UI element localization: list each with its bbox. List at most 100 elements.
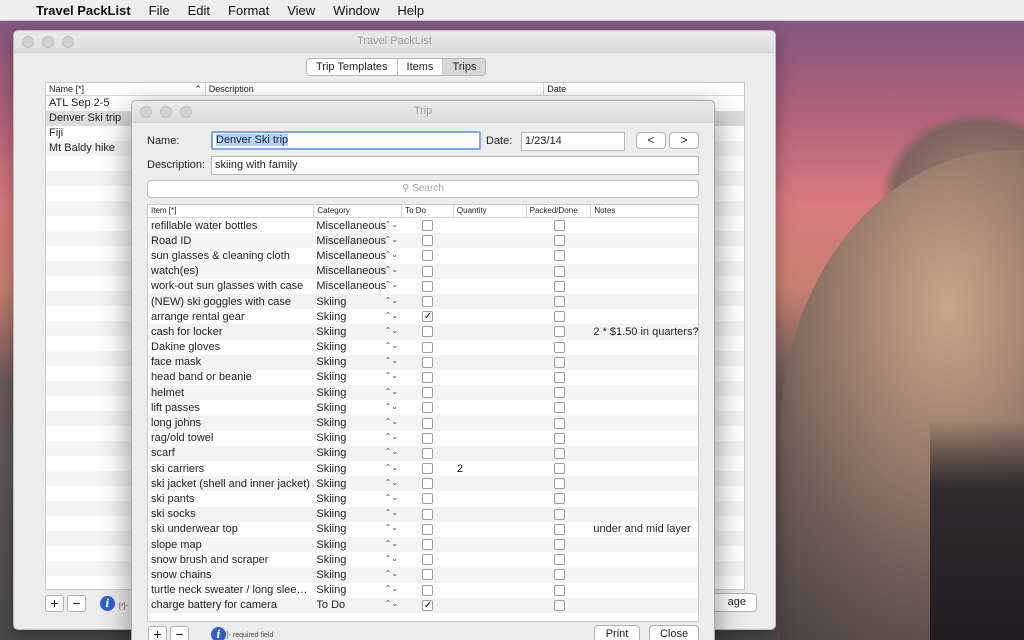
category-popup[interactable]: Skiing ⌃⌄ — [314, 371, 402, 383]
trip-titlebar[interactable]: Trip — [132, 101, 714, 123]
category-popup[interactable]: Skiing ⌃⌄ — [314, 341, 402, 353]
tab-trips[interactable]: Trips — [443, 59, 486, 75]
item-row[interactable]: long johns Skiing ⌃⌄ — [148, 415, 698, 431]
packed-checkbox[interactable] — [553, 584, 565, 596]
item-row[interactable]: rag/old towel Skiing ⌃⌄ — [148, 431, 698, 446]
item-row[interactable]: slope map Skiing ⌃⌄ — [148, 536, 698, 553]
category-popup[interactable]: Skiing ⌃⌄ — [314, 432, 402, 444]
todo-checkbox[interactable] — [422, 235, 434, 247]
packed-checkbox[interactable] — [553, 402, 565, 414]
main-titlebar[interactable]: Travel PackList — [14, 31, 775, 53]
packed-checkbox[interactable] — [553, 463, 565, 475]
packed-checkbox[interactable] — [553, 554, 565, 566]
add-trip-button[interactable]: + — [45, 595, 64, 612]
item-row[interactable]: turtle neck sweater / long slee… Skiing ⌃⌄ — [148, 583, 698, 598]
todo-checkbox[interactable] — [422, 341, 434, 353]
item-name[interactable]: watch(es) — [148, 265, 314, 277]
category-popup[interactable]: Miscellaneous ⌃⌄ — [314, 220, 402, 232]
packed-checkbox[interactable] — [553, 250, 565, 262]
category-popup[interactable]: Skiing ⌃⌄ — [314, 447, 402, 459]
todo-checkbox[interactable] — [422, 417, 434, 429]
next-trip-button[interactable]: > — [669, 132, 699, 149]
column-header-category[interactable]: Category — [314, 205, 403, 217]
todo-checkbox[interactable] — [422, 447, 434, 459]
category-popup[interactable]: To Do ⌃⌄ — [314, 599, 402, 611]
item-name[interactable]: ski jacket (shell and inner jacket) — [148, 478, 314, 490]
item-row[interactable]: snow chains Skiing ⌃⌄ — [148, 567, 698, 583]
item-name[interactable]: rag/old towel — [148, 432, 314, 444]
item-row[interactable]: refillable water bottles Miscellaneous ⌃⌄ — [148, 218, 698, 233]
item-row[interactable]: ski carriers Skiing ⌃⌄ 2 — [148, 461, 698, 476]
item-row[interactable]: charge battery for camera To Do ⌃⌄ ✓ — [148, 597, 698, 613]
item-row[interactable]: work-out sun glasses with case Miscellane… — [148, 279, 698, 294]
todo-checkbox[interactable] — [422, 326, 434, 338]
category-popup[interactable]: Skiing ⌃⌄ — [314, 326, 402, 338]
search-field[interactable]: ⚲ Search — [147, 180, 699, 198]
todo-checkbox[interactable] — [422, 296, 434, 308]
packed-checkbox[interactable] — [553, 447, 565, 459]
category-popup[interactable]: Miscellaneous ⌃⌄ — [314, 250, 402, 262]
description-field[interactable]: skiing with family — [211, 156, 699, 175]
category-popup[interactable]: Skiing ⌃⌄ — [314, 539, 402, 551]
item-name[interactable]: helmet — [148, 387, 314, 399]
category-popup[interactable]: Skiing ⌃⌄ — [314, 554, 402, 566]
item-row[interactable]: ski socks Skiing ⌃⌄ — [148, 506, 698, 522]
todo-checkbox[interactable] — [422, 523, 434, 535]
category-popup[interactable]: Skiing ⌃⌄ — [314, 356, 402, 368]
item-row[interactable]: head band or beanie Skiing ⌃⌄ — [148, 370, 698, 385]
menu-format[interactable]: Format — [228, 3, 269, 18]
tab-trip-templates[interactable]: Trip Templates — [307, 59, 398, 75]
item-name[interactable]: cash for locker — [148, 326, 314, 338]
todo-checkbox[interactable] — [422, 493, 434, 505]
item-name[interactable]: lift passes — [148, 402, 314, 414]
todo-checkbox[interactable] — [422, 356, 434, 368]
packed-checkbox[interactable] — [553, 235, 565, 247]
item-name[interactable]: turtle neck sweater / long slee… — [148, 584, 314, 596]
previous-trip-button[interactable]: < — [636, 132, 666, 149]
category-popup[interactable]: Skiing ⌃⌄ — [314, 478, 402, 490]
column-header-quantity[interactable]: Quantity — [454, 205, 527, 217]
item-name[interactable]: sun glasses & cleaning cloth — [148, 250, 314, 262]
todo-checkbox[interactable]: ✓ — [422, 599, 434, 611]
packed-checkbox[interactable] — [553, 326, 565, 338]
todo-checkbox[interactable]: ✓ — [422, 311, 434, 323]
category-popup[interactable]: Skiing ⌃⌄ — [314, 311, 402, 323]
item-row[interactable]: ski pants Skiing ⌃⌄ — [148, 491, 698, 506]
menu-window[interactable]: Window — [333, 3, 379, 18]
item-name[interactable]: head band or beanie — [148, 371, 314, 383]
category-popup[interactable]: Skiing ⌃⌄ — [314, 523, 402, 535]
remove-trip-button[interactable]: − — [67, 595, 86, 612]
item-name[interactable]: slope map — [148, 539, 314, 551]
column-header-description[interactable]: Description — [206, 83, 545, 95]
column-header-date[interactable]: Date — [544, 83, 744, 95]
partial-button[interactable]: age — [709, 593, 757, 612]
item-row[interactable]: Dakine gloves Skiing ⌃⌄ — [148, 340, 698, 355]
column-header-todo[interactable]: To Do — [402, 205, 454, 217]
app-menu[interactable]: Travel PackList — [36, 3, 131, 18]
notes-cell[interactable]: under and mid layer — [591, 523, 698, 535]
todo-checkbox[interactable] — [422, 569, 434, 581]
menu-file[interactable]: File — [149, 3, 170, 18]
category-popup[interactable]: Miscellaneous ⌃⌄ — [314, 235, 402, 247]
item-row[interactable]: sun glasses & cleaning cloth Miscellaneou… — [148, 248, 698, 263]
quantity-cell[interactable]: 2 — [454, 463, 527, 475]
item-name[interactable]: snow brush and scraper — [148, 554, 314, 566]
column-header-packed[interactable]: Packed/Done — [527, 205, 592, 217]
packed-checkbox[interactable] — [553, 356, 565, 368]
packed-checkbox[interactable] — [553, 311, 565, 323]
item-row[interactable]: arrange rental gear Skiing ⌃⌄ ✓ — [148, 309, 698, 324]
item-name[interactable]: face mask — [148, 356, 314, 368]
packed-checkbox[interactable] — [553, 569, 565, 581]
packed-checkbox[interactable] — [553, 478, 565, 490]
todo-checkbox[interactable] — [422, 371, 434, 383]
packed-checkbox[interactable] — [553, 220, 565, 232]
todo-checkbox[interactable] — [422, 265, 434, 277]
todo-checkbox[interactable] — [422, 478, 434, 490]
packed-checkbox[interactable] — [553, 296, 565, 308]
item-name[interactable]: work-out sun glasses with case — [148, 280, 314, 292]
packed-checkbox[interactable] — [553, 417, 565, 429]
item-name[interactable]: ski underwear top — [148, 523, 314, 535]
category-popup[interactable]: Miscellaneous ⌃⌄ — [314, 280, 402, 292]
todo-checkbox[interactable] — [422, 250, 434, 262]
todo-checkbox[interactable] — [422, 387, 434, 399]
